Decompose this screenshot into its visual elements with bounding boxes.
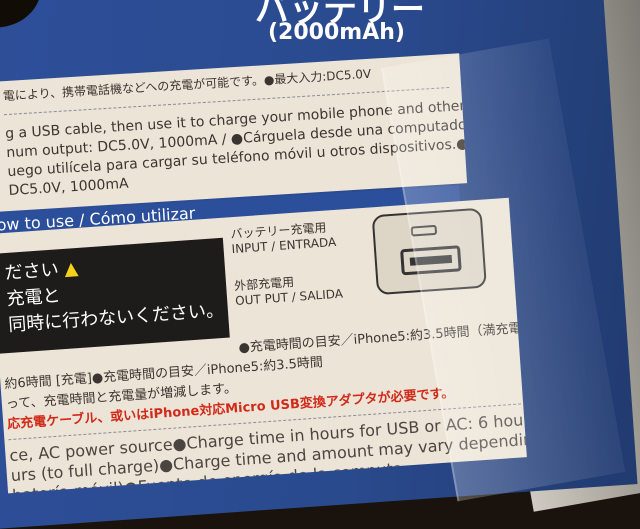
hang-hole <box>0 0 44 31</box>
port-labels: バッテリー充電用 INPUT / ENTRADA 外部充電用 OUT PUT /… <box>230 220 343 309</box>
warning-box: ださい ▲ 充電と 同時に行わないください。 <box>0 237 230 354</box>
capacity-label: (2000mAh) <box>268 20 405 45</box>
warning-line: ださい <box>4 259 60 285</box>
warning-triangle-icon: ▲ <box>63 257 79 280</box>
